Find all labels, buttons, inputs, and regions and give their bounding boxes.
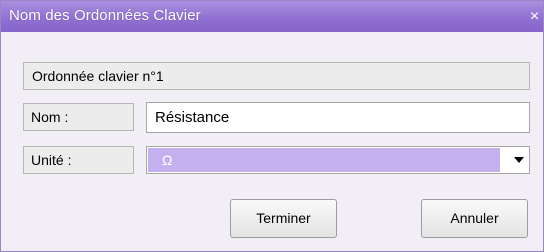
unit-selected-value: Ω: [148, 148, 500, 172]
unit-label: Unité :: [23, 146, 134, 174]
dialog-window: Nom des Ordonnées Clavier × Ordonnée cla…: [0, 0, 544, 252]
section-label: Ordonnée clavier n°1: [23, 62, 530, 90]
unit-select[interactable]: Ω: [146, 146, 530, 174]
name-label: Nom :: [23, 103, 134, 131]
close-icon[interactable]: ×: [526, 1, 543, 32]
terminer-button[interactable]: Terminer: [230, 199, 337, 238]
dialog-title: Nom des Ordonnées Clavier: [9, 7, 201, 24]
annuler-button[interactable]: Annuler: [421, 199, 528, 238]
chevron-down-icon[interactable]: [514, 157, 524, 163]
name-input[interactable]: Résistance: [146, 102, 530, 133]
title-bar[interactable]: Nom des Ordonnées Clavier ×: [1, 1, 543, 32]
